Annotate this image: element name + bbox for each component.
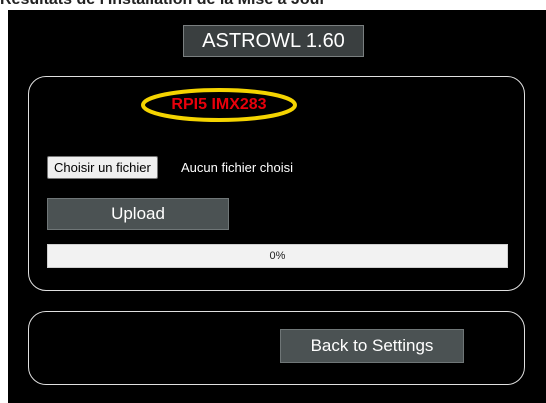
navigation-panel: Back to Settings [28, 311, 525, 385]
device-label: RPI5 IMX283 [171, 96, 267, 113]
progress-text: 0% [269, 250, 286, 262]
device-label-highlight: RPI5 IMX283 [140, 87, 298, 123]
upload-progress-bar: 0% [47, 244, 508, 268]
page-header-text: Résultats de l'Installation de la Mise à… [0, 0, 326, 9]
upload-panel: RPI5 IMX283 Choisir un fichier Aucun fic… [28, 76, 525, 291]
page-header-fragment: Résultats de l'Installation de la Mise à… [0, 0, 546, 10]
upload-button[interactable]: Upload [47, 198, 229, 230]
main-area: ASTROWL 1.60 RPI5 IMX283 Choisir un fich… [8, 10, 546, 403]
app-title: ASTROWL 1.60 [183, 25, 364, 57]
file-status-text: Aucun fichier choisi [181, 160, 293, 175]
choose-file-button[interactable]: Choisir un fichier [47, 156, 158, 179]
back-to-settings-button[interactable]: Back to Settings [280, 329, 464, 363]
